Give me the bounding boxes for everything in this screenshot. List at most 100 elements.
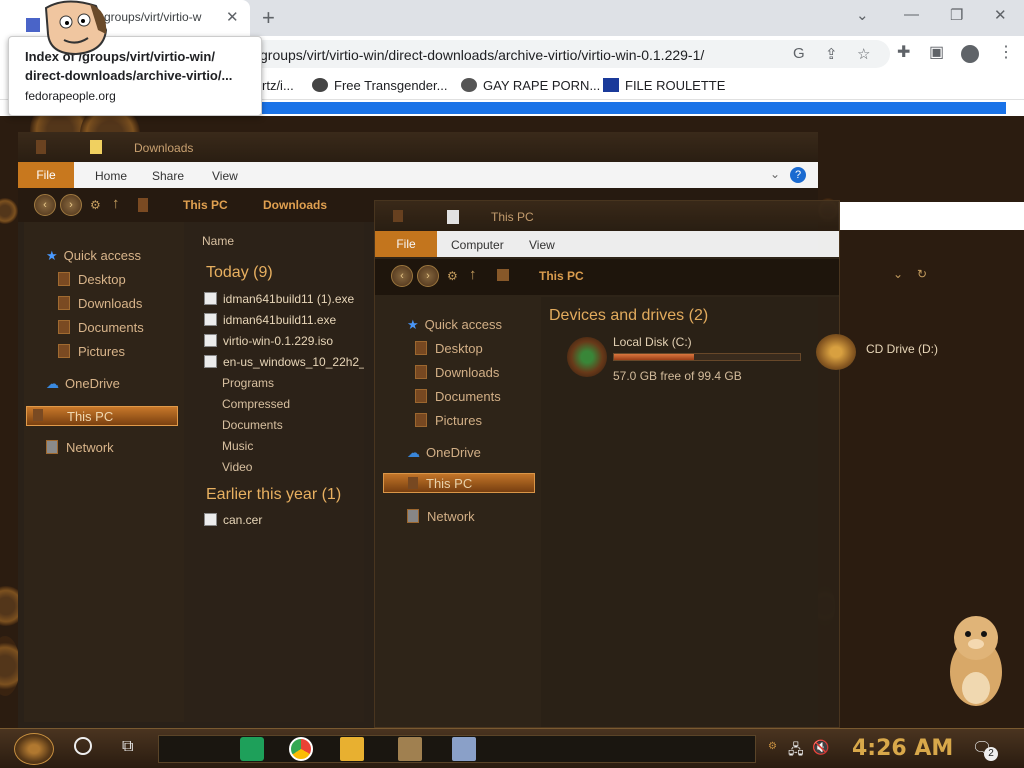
file-item[interactable]: idman641build11 (1).exe bbox=[204, 292, 354, 306]
profile-avatar[interactable] bbox=[961, 45, 979, 63]
bookmark-item[interactable]: GAY RAPE PORN... bbox=[461, 78, 600, 93]
explorer-window-this-pc: This PC File Computer View ‹ › ⚙ ↑ This … bbox=[374, 200, 927, 728]
taskbar: ⧉ ⚙ 🖧 🔇 4:26 AM 🗨 2 bbox=[0, 728, 1024, 768]
ribbon-tab-computer[interactable]: Computer bbox=[451, 238, 504, 252]
nav-this-pc[interactable]: This PC bbox=[383, 473, 535, 493]
nav-network[interactable]: Network bbox=[46, 440, 114, 455]
folder-item[interactable]: Documents bbox=[222, 418, 283, 432]
dropdown-icon[interactable]: ⌄ bbox=[893, 267, 903, 281]
column-header-name[interactable]: Name bbox=[202, 234, 234, 248]
window-titlebar[interactable]: This PC bbox=[375, 201, 839, 231]
new-tab-button[interactable]: + bbox=[262, 5, 275, 31]
start-button[interactable] bbox=[14, 733, 54, 765]
nav-quick-access[interactable]: ★ Quick access bbox=[407, 317, 502, 333]
share-icon[interactable]: ⇪ bbox=[825, 45, 838, 63]
bookmark-star-icon[interactable]: ☆ bbox=[857, 45, 870, 63]
ribbon-tab-view[interactable]: View bbox=[212, 169, 238, 183]
file-item[interactable]: virtio-win-0.1.229.iso bbox=[204, 334, 333, 348]
hard-drive-icon bbox=[567, 337, 607, 377]
nav-desktop[interactable]: Desktop bbox=[58, 272, 126, 287]
group-header-earlier[interactable]: Earlier this year (1) bbox=[206, 486, 341, 504]
cd-drive-label[interactable]: CD Drive (D:) bbox=[866, 342, 938, 356]
close-icon[interactable]: ✕ bbox=[226, 8, 239, 26]
ribbon-tab-file[interactable]: File bbox=[375, 231, 437, 257]
minimize-icon[interactable]: — bbox=[904, 6, 919, 23]
bookmark-item[interactable]: rtz/i... bbox=[262, 78, 294, 93]
notes-app-icon[interactable] bbox=[240, 737, 264, 761]
tab-search-icon[interactable]: ⌄ bbox=[856, 6, 869, 24]
breadcrumb-this-pc[interactable]: This PC bbox=[183, 198, 228, 212]
search-icon[interactable] bbox=[74, 737, 92, 755]
nav-onedrive[interactable]: ☁ OneDrive bbox=[46, 376, 120, 392]
back-button[interactable]: ‹ bbox=[34, 194, 56, 216]
recent-icon[interactable]: ⚙ bbox=[90, 198, 101, 212]
group-header-today[interactable]: Today (9) bbox=[206, 264, 273, 282]
installer-icon bbox=[204, 292, 217, 305]
local-disk-usage-bar bbox=[613, 353, 801, 361]
folder-item[interactable]: Video bbox=[222, 460, 252, 474]
ribbon-tab-view[interactable]: View bbox=[529, 238, 555, 252]
recent-icon[interactable]: ⚙ bbox=[447, 269, 458, 283]
refresh-icon[interactable]: ↻ bbox=[917, 267, 927, 281]
devices-header[interactable]: Devices and drives (2) bbox=[549, 307, 708, 325]
up-button[interactable]: ↑ bbox=[112, 195, 120, 212]
folder-item[interactable]: Music bbox=[222, 439, 253, 453]
cd-drive-icon[interactable] bbox=[816, 334, 856, 370]
task-view-icon[interactable]: ⧉ bbox=[122, 738, 133, 756]
tray-gear-icon[interactable]: ⚙ bbox=[768, 741, 777, 752]
computer-icon bbox=[497, 269, 509, 281]
nav-pictures[interactable]: Pictures bbox=[415, 413, 482, 428]
folder-item[interactable]: Compressed bbox=[222, 397, 290, 411]
ribbon-expand-icon[interactable]: ⌄ bbox=[770, 167, 780, 181]
nav-downloads[interactable]: Downloads bbox=[415, 365, 499, 380]
ribbon-tab-home[interactable]: Home bbox=[95, 169, 127, 183]
globe-icon bbox=[461, 78, 477, 92]
file-item[interactable]: can.cer bbox=[204, 513, 262, 527]
nav-quick-access[interactable]: ★ Quick access bbox=[46, 248, 141, 264]
up-button[interactable]: ↑ bbox=[469, 266, 477, 283]
nav-label: OneDrive bbox=[426, 445, 481, 460]
local-disk-name[interactable]: Local Disk (C:) bbox=[613, 335, 692, 349]
menu-icon[interactable]: ⋮ bbox=[998, 42, 1014, 62]
game-app-icon[interactable] bbox=[398, 737, 422, 761]
breadcrumb-this-pc[interactable]: This PC bbox=[539, 269, 584, 283]
window-close-icon[interactable]: ✕ bbox=[994, 6, 1007, 24]
folder-item[interactable]: Programs bbox=[222, 376, 274, 390]
ribbon-tab-share[interactable]: Share bbox=[152, 169, 184, 183]
ribbon-tab-file[interactable]: File bbox=[18, 162, 74, 188]
nav-desktop[interactable]: Desktop bbox=[415, 341, 483, 356]
google-icon[interactable]: G bbox=[793, 45, 805, 62]
help-icon[interactable]: ? bbox=[790, 167, 806, 183]
notification-count: 2 bbox=[984, 747, 998, 761]
nav-network[interactable]: Network bbox=[407, 509, 475, 524]
nav-documents[interactable]: Documents bbox=[415, 389, 501, 404]
restore-icon[interactable]: ❐ bbox=[950, 6, 963, 24]
file-explorer-icon[interactable] bbox=[340, 737, 364, 761]
folder-icon bbox=[415, 413, 427, 427]
chrome-icon[interactable] bbox=[289, 737, 313, 761]
volume-muted-icon[interactable]: 🔇 bbox=[812, 739, 829, 756]
bookmark-item[interactable]: FILE ROULETTE bbox=[603, 78, 725, 93]
side-panel-icon[interactable]: ▣ bbox=[929, 42, 944, 62]
nav-label: This PC bbox=[426, 476, 473, 491]
folder-icon bbox=[90, 140, 102, 154]
forward-button[interactable]: › bbox=[60, 194, 82, 216]
breadcrumb-downloads[interactable]: Downloads bbox=[263, 198, 327, 212]
bookmark-item[interactable]: Free Transgender... bbox=[312, 78, 447, 93]
address-bar[interactable]: groups/virt/virtio-win/direct-downloads/… bbox=[240, 40, 890, 68]
background-page-strip bbox=[838, 202, 1024, 230]
nav-onedrive[interactable]: ☁ OneDrive bbox=[407, 445, 481, 461]
window-titlebar[interactable]: Downloads bbox=[18, 132, 818, 162]
nav-pictures[interactable]: Pictures bbox=[58, 344, 125, 359]
forward-button[interactable]: › bbox=[417, 265, 439, 287]
clock[interactable]: 4:26 AM bbox=[852, 736, 953, 761]
computer-app-icon[interactable] bbox=[452, 737, 476, 761]
nav-downloads[interactable]: Downloads bbox=[58, 296, 142, 311]
nav-this-pc[interactable]: This PC bbox=[26, 406, 178, 426]
back-button[interactable]: ‹ bbox=[391, 265, 413, 287]
nav-documents[interactable]: Documents bbox=[58, 320, 144, 335]
file-item[interactable]: en-us_windows_10_22h2_x bbox=[204, 355, 364, 369]
extensions-icon[interactable]: ✚ bbox=[897, 42, 910, 62]
network-tray-icon[interactable]: 🖧 bbox=[788, 739, 804, 763]
file-item[interactable]: idman641build11.exe bbox=[204, 313, 336, 327]
